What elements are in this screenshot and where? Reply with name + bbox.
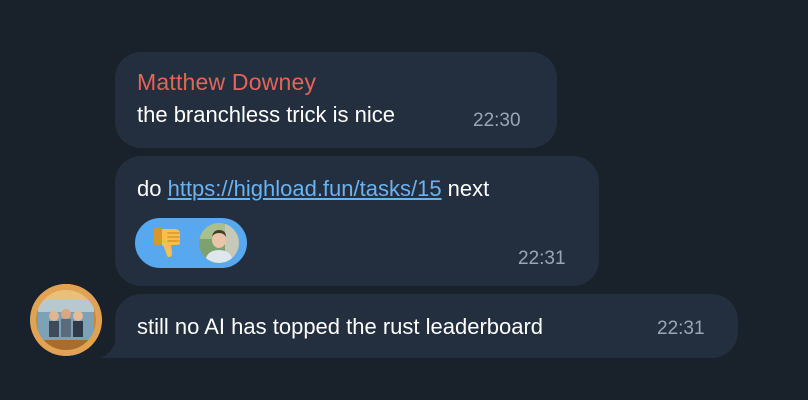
message-text-before: do — [137, 176, 168, 201]
message-text-after: next — [441, 176, 490, 201]
message-bubble[interactable]: Matthew Downey the branchless trick is n… — [115, 52, 557, 148]
thumbs-down-icon — [154, 228, 180, 257]
message-text: still no AI has topped the rust leaderbo… — [137, 314, 544, 339]
sender-name[interactable]: Matthew Downey — [137, 68, 535, 96]
message-bubble[interactable]: do https://highload.fun/tasks/15 next 22… — [115, 156, 599, 286]
message-time: 22:30 — [473, 110, 521, 131]
reaction-chip[interactable] — [135, 218, 247, 268]
bubble-tail — [100, 340, 130, 358]
message-link[interactable]: https://highload.fun/tasks/15 — [168, 176, 442, 201]
person-photo-icon — [199, 223, 239, 263]
message-bubble[interactable]: still no AI has topped the rust leaderbo… — [115, 294, 738, 358]
sender-avatar[interactable] — [30, 284, 102, 356]
message-time: 22:31 — [657, 318, 705, 339]
message-text: do https://highload.fun/tasks/15 next — [137, 174, 577, 204]
reactor-avatar[interactable] — [199, 223, 239, 263]
group-photo-icon — [30, 284, 102, 356]
chat-area: Matthew Downey the branchless trick is n… — [0, 0, 808, 400]
message-time: 22:31 — [518, 248, 566, 269]
